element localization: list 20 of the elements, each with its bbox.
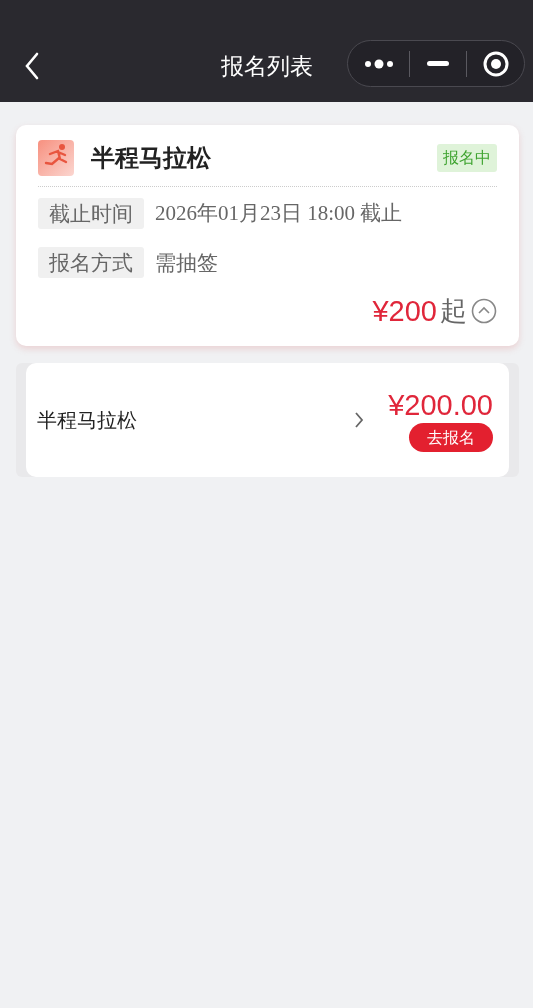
item-title: 半程马拉松 bbox=[37, 408, 138, 433]
event-title: 半程马拉松 bbox=[91, 143, 212, 173]
page-title: 报名列表 bbox=[219, 52, 314, 81]
chevron-right-icon bbox=[354, 411, 365, 429]
more-icon bbox=[363, 57, 394, 70]
collapse-icon[interactable] bbox=[471, 298, 497, 324]
item-card[interactable]: 半程马拉松 ¥200.00 去报名 bbox=[26, 363, 509, 477]
field-label: 截止时间 bbox=[38, 198, 144, 230]
item-price: ¥200.00 bbox=[388, 388, 493, 422]
field-value: 2026年01月23日 18:00 截止 bbox=[155, 200, 403, 227]
minimize-icon bbox=[427, 61, 449, 66]
close-icon bbox=[482, 50, 509, 77]
back-icon bbox=[24, 52, 40, 80]
status-tag: 报名中 bbox=[437, 144, 497, 172]
price-suffix: 起 bbox=[440, 295, 467, 328]
field-label: 报名方式 bbox=[38, 246, 144, 278]
price: ¥200 bbox=[372, 294, 437, 328]
runner-icon bbox=[38, 140, 74, 176]
register-button[interactable]: 去报名 bbox=[409, 423, 493, 452]
field-value: 需抽签 bbox=[155, 249, 218, 276]
